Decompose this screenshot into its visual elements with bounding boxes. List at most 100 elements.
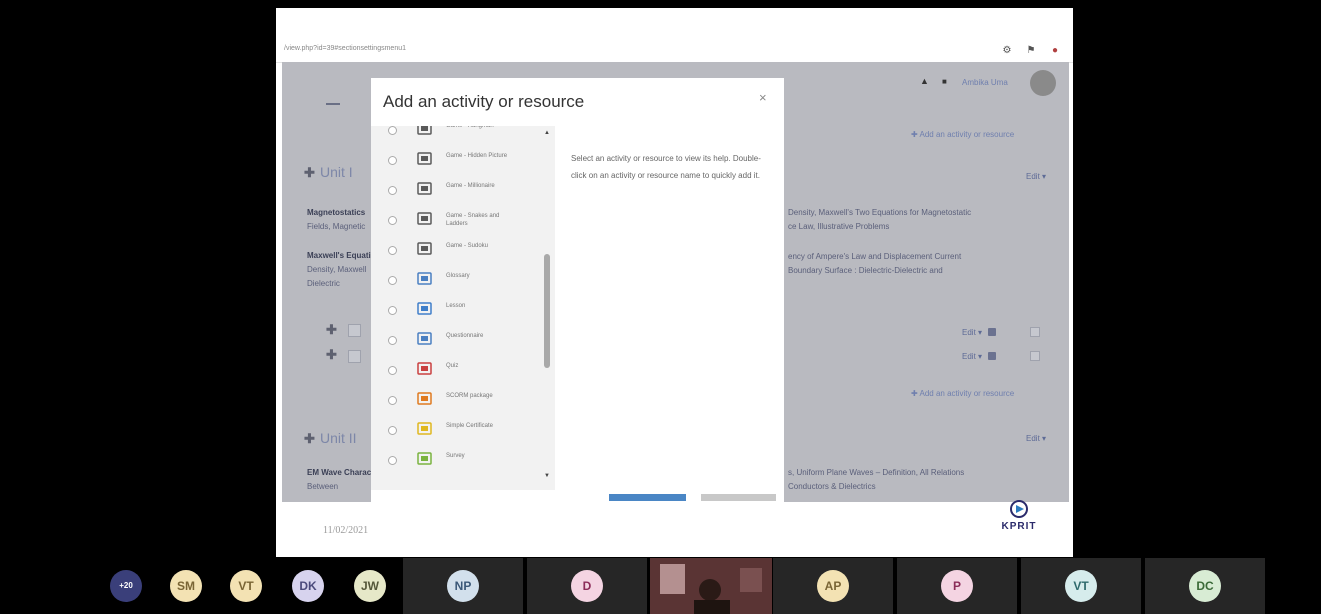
move-icon[interactable]: ✚ — [326, 322, 337, 338]
edit-menu-activity1[interactable]: Edit ▾ — [962, 328, 982, 337]
browser-address-bar[interactable]: /view.php?id=39#sectionsettingsmenu1 ⚙ ⚑… — [276, 40, 1073, 63]
menu-dash — [326, 103, 340, 105]
activity-item[interactable]: Game - Hangman — [371, 126, 546, 144]
activity-item[interactable]: Game - Snakes and Ladders — [371, 204, 546, 234]
participant-tile[interactable]: D — [527, 558, 647, 614]
game-icon — [417, 126, 432, 135]
activity-radio[interactable] — [388, 366, 397, 375]
certificate-icon — [417, 422, 432, 435]
em-wave-text-right2: Conductors & Dielectrics — [788, 482, 876, 491]
activity-label: Game - Snakes and Ladders — [446, 213, 500, 227]
activity-radio[interactable] — [388, 246, 397, 255]
game-icon — [417, 152, 432, 165]
participant-bar: +20 SM VT DK JW NP D AP P VT DC — [0, 558, 1321, 614]
participant-tile[interactable]: P — [897, 558, 1017, 614]
activity-radio[interactable] — [388, 186, 397, 195]
bell-icon[interactable]: ▲ — [920, 76, 929, 86]
scrollbar-thumb[interactable] — [544, 254, 550, 368]
url-text: /view.php?id=39#sectionsettingsmenu1 — [284, 45, 407, 52]
activity-radio[interactable] — [388, 456, 397, 465]
activity-list[interactable]: Game - Hangman Game - Hidden Picture Game … — [371, 126, 555, 490]
edit-menu-activity2[interactable]: Edit ▾ — [962, 352, 982, 361]
participant-avatar: AP — [817, 570, 849, 602]
magneto-text-right2: ce Law, Illustrative Problems — [788, 222, 890, 231]
participant-tile[interactable]: AP — [773, 558, 893, 614]
settings-icon[interactable]: ⚙ — [1000, 44, 1014, 58]
activity-item[interactable]: Quiz — [371, 354, 546, 384]
participant-avatar[interactable]: VT — [230, 570, 262, 602]
activity-label: Game - Hidden Picture — [446, 153, 508, 159]
activity-label: SCORM package — [446, 393, 493, 399]
participant-tile[interactable]: DC — [1145, 558, 1265, 614]
close-icon[interactable]: × — [759, 90, 767, 105]
add-activity-modal: Add an activity or resource × Game - Han… — [371, 78, 784, 502]
move-icon[interactable]: ✚ — [304, 165, 315, 181]
completion-checkbox[interactable] — [1030, 351, 1040, 361]
user-avatar[interactable] — [1030, 70, 1056, 96]
activity-item[interactable]: Questionnaire — [371, 324, 546, 354]
add-activity-link-unit1[interactable]: ✚ Add an activity or resource — [911, 389, 1014, 398]
edit-menu-unit1[interactable]: Edit ▾ — [1026, 172, 1046, 181]
completion-checkbox[interactable] — [1030, 327, 1040, 337]
help-text: Select an activity or resource to view i… — [571, 154, 761, 180]
scroll-down-icon[interactable]: ▼ — [544, 473, 550, 479]
scroll-up-icon[interactable]: ▲ — [544, 130, 550, 136]
activity-radio[interactable] — [388, 156, 397, 165]
lesson-icon — [417, 302, 432, 315]
activity-radio[interactable] — [388, 306, 397, 315]
activity-radio[interactable] — [388, 336, 397, 345]
participant-tile[interactable]: NP — [403, 558, 523, 614]
participant-avatar[interactable]: JW — [354, 570, 386, 602]
unit-1-title: Unit I — [320, 164, 353, 180]
activity-item[interactable]: Survey — [371, 444, 546, 474]
activity-label: Game - Sudoku — [446, 243, 489, 249]
unit-2-title: Unit II — [320, 430, 357, 446]
participant-tile[interactable]: VT — [1021, 558, 1141, 614]
activity-item[interactable]: SCORM package — [371, 384, 546, 414]
activity-item[interactable]: Game - Hidden Picture — [371, 144, 546, 174]
activity-radio[interactable] — [388, 396, 397, 405]
edit-menu-unit2[interactable]: Edit ▾ — [1026, 434, 1046, 443]
activity-checkbox[interactable] — [348, 350, 361, 363]
participant-avatar: D — [571, 570, 603, 602]
person-icon[interactable] — [988, 328, 996, 336]
quiz-icon — [417, 362, 432, 375]
modal-tab-inactive[interactable] — [701, 494, 776, 501]
activity-checkbox[interactable] — [348, 324, 361, 337]
game-icon — [417, 242, 432, 255]
game-icon — [417, 212, 432, 225]
message-icon[interactable]: ■ — [942, 77, 947, 86]
move-icon[interactable]: ✚ — [304, 431, 315, 447]
move-icon[interactable]: ✚ — [326, 347, 337, 363]
activity-radio[interactable] — [388, 276, 397, 285]
participant-avatar: VT — [1065, 570, 1097, 602]
slide-date: 11/02/2021 — [323, 525, 369, 536]
activity-item[interactable]: Simple Certificate — [371, 414, 546, 444]
activity-item[interactable]: Glossary — [371, 264, 546, 294]
participant-avatar[interactable]: SM — [170, 570, 202, 602]
activity-radio[interactable] — [388, 426, 397, 435]
activity-radio[interactable] — [388, 216, 397, 225]
add-activity-link-top[interactable]: ✚ Add an activity or resource — [911, 130, 1014, 139]
activity-label: Quiz — [446, 363, 459, 369]
activity-radio[interactable] — [388, 126, 397, 135]
participant-avatar[interactable]: DK — [292, 570, 324, 602]
participant-avatar: DC — [1189, 570, 1221, 602]
survey-icon — [417, 452, 432, 465]
activity-label: Survey — [446, 453, 465, 459]
profile-icon[interactable]: ● — [1048, 44, 1062, 58]
activity-item[interactable]: Game - Sudoku — [371, 234, 546, 264]
kprit-logo: KPRIT — [999, 499, 1039, 539]
activity-item[interactable]: Game - Millionaire — [371, 174, 546, 204]
activity-item[interactable]: Lesson — [371, 294, 546, 324]
video-tile[interactable] — [650, 558, 772, 614]
person-icon[interactable] — [988, 352, 996, 360]
more-participants-badge[interactable]: +20 — [110, 570, 142, 602]
bookmark-icon[interactable]: ⚑ — [1024, 44, 1038, 58]
magneto-title: Magnetostatics — [307, 208, 366, 217]
activity-label: Game - Hangman — [446, 126, 494, 129]
modal-tab-active[interactable] — [609, 494, 686, 501]
questionnaire-icon — [417, 332, 432, 345]
user-name[interactable]: Ambika Uma — [962, 78, 1008, 87]
video-feed-icon — [650, 558, 772, 614]
